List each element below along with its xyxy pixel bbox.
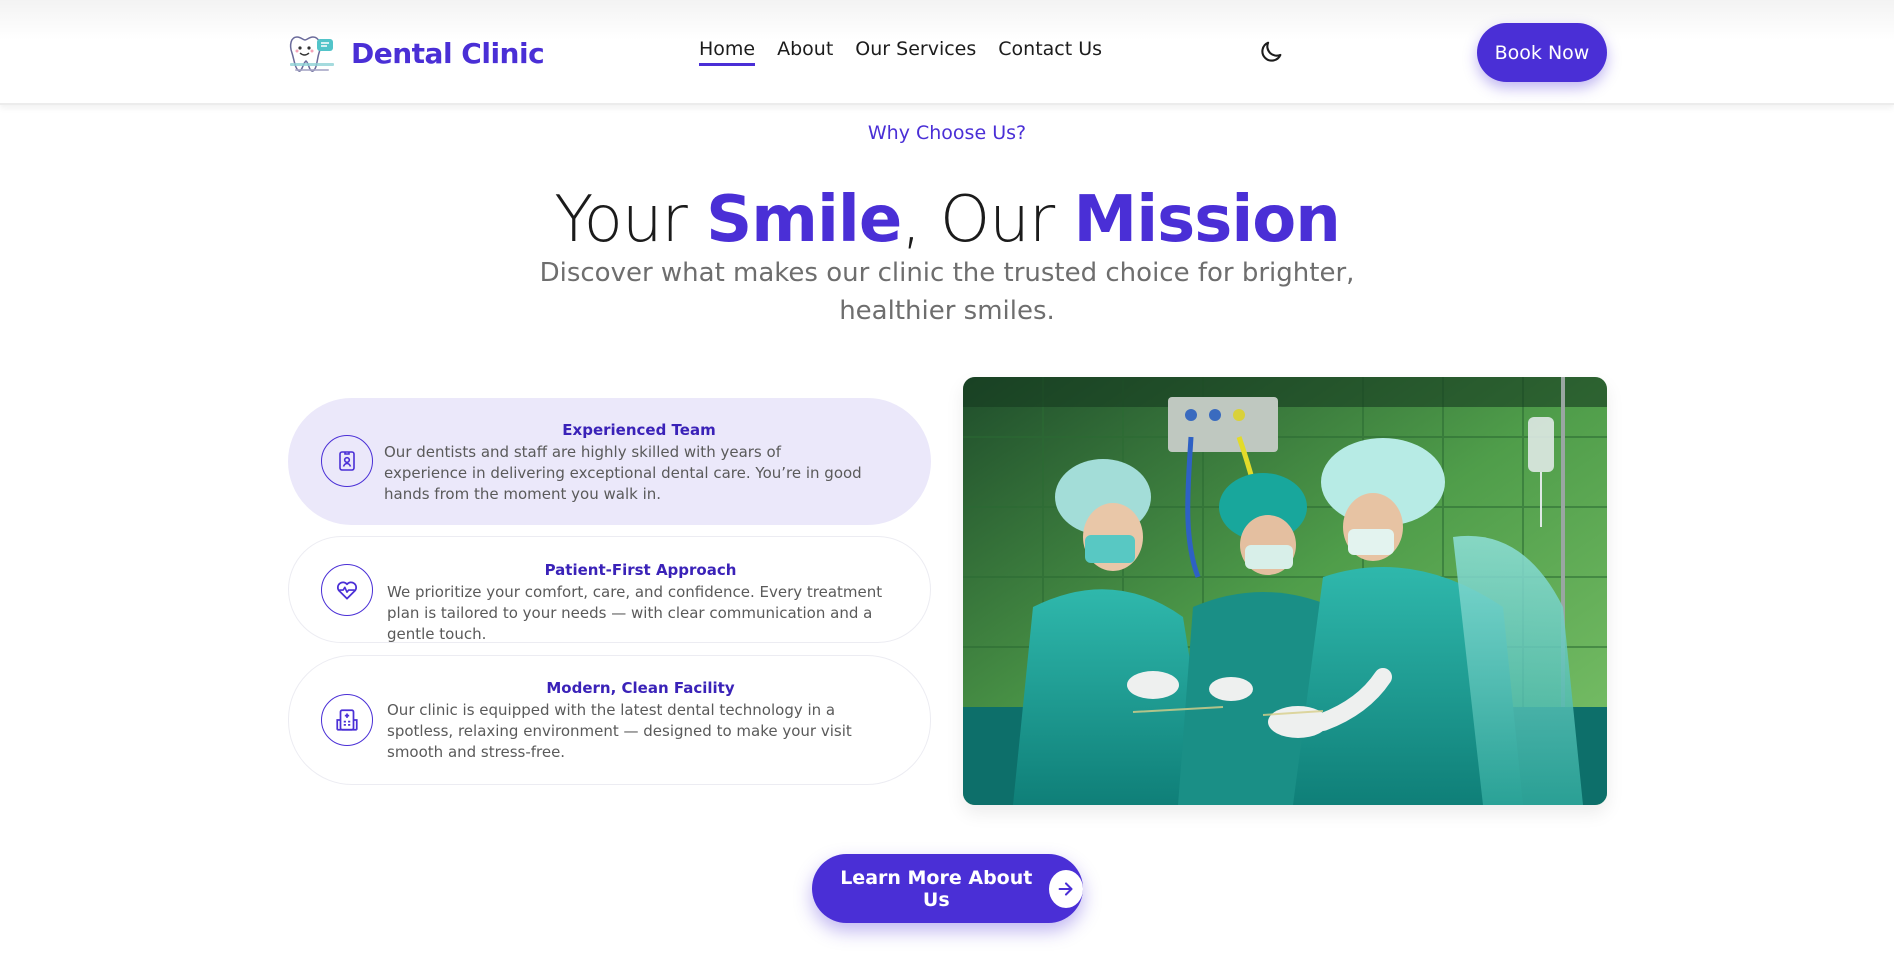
tooth-logo-icon [289, 36, 334, 72]
feature-text: We prioritize your comfort, care, and co… [387, 583, 883, 643]
id-badge-icon [339, 451, 355, 471]
section-eyebrow: Why Choose Us? [867, 122, 1027, 144]
surgery-scene-illustration [963, 377, 1607, 805]
feature-body: Modern, Clean Facility Our clinic is equ… [387, 679, 894, 763]
feature-title: Experienced Team [562, 421, 716, 439]
heart-pulse-icon [336, 581, 358, 600]
title-accent-smile: Smile [706, 183, 902, 257]
book-now-button[interactable]: Book Now [1477, 23, 1607, 82]
brand-logo[interactable]: Dental Clinic [287, 28, 545, 78]
feature-text: Our clinic is equipped with the latest d… [387, 701, 852, 761]
nav-home[interactable]: Home [699, 38, 756, 66]
title-accent-mission: Mission [1073, 183, 1341, 257]
feature-card-modern-facility[interactable]: Modern, Clean Facility Our clinic is equ… [288, 655, 931, 785]
nav-contact-us[interactable]: Contact Us [998, 38, 1102, 66]
brand-name: Dental Clinic [351, 36, 545, 70]
feature-icon-wrap [321, 435, 373, 487]
hospital-building-icon [336, 709, 358, 731]
theme-toggle-button[interactable] [1257, 38, 1285, 66]
arrow-right-icon [1048, 869, 1083, 908]
learn-more-button[interactable]: Learn More About Us [812, 854, 1083, 923]
section-subtitle: Discover what makes our clinic the trust… [539, 258, 1355, 326]
feature-card-patient-first[interactable]: Patient-First Approach We prioritize you… [288, 536, 931, 643]
moon-icon [1261, 41, 1282, 62]
site-header: Dental Clinic Home About Our Services Co… [0, 0, 1894, 105]
main-nav: Home About Our Services Contact Us [699, 38, 1102, 66]
section-title: Your Smile, Our Mission [0, 180, 1894, 260]
feature-icon-wrap [321, 694, 373, 746]
learn-more-label: Learn More About Us [840, 866, 1033, 911]
title-part-2: , Our [901, 183, 1074, 257]
feature-title: Patient-First Approach [544, 561, 737, 579]
feature-body: Patient-First Approach We prioritize you… [387, 561, 894, 645]
feature-body: Experienced Team Our dentists and staff … [384, 421, 894, 505]
feature-text: Our dentists and staff are highly skille… [384, 443, 862, 503]
feature-icon-wrap [321, 564, 373, 616]
title-part-1: Your [554, 183, 707, 257]
nav-about[interactable]: About [777, 38, 833, 66]
surgery-team-photo [963, 377, 1607, 805]
feature-title: Modern, Clean Facility [546, 679, 735, 697]
nav-our-services[interactable]: Our Services [855, 38, 976, 66]
feature-card-experienced-team[interactable]: Experienced Team Our dentists and staff … [288, 398, 931, 525]
